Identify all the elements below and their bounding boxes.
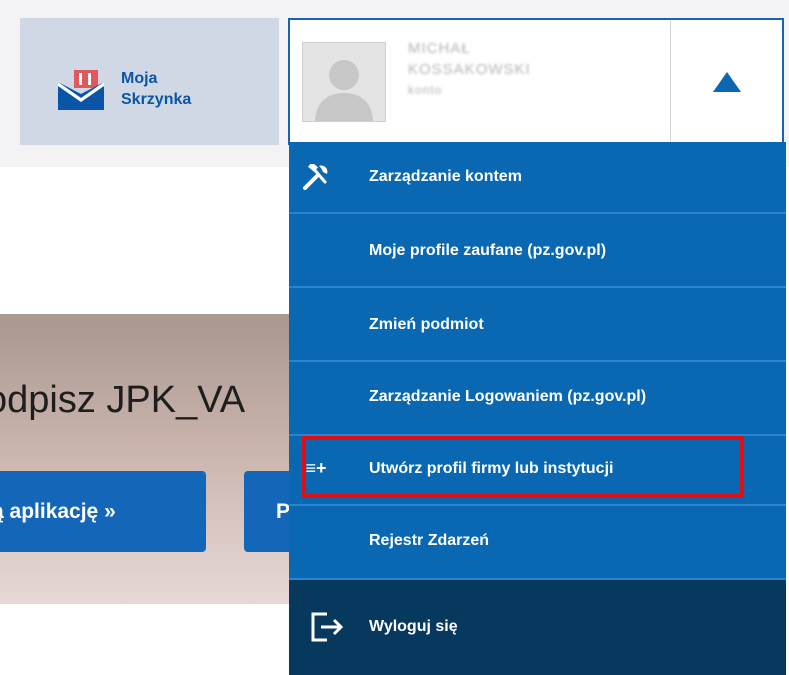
menu-item-event-log[interactable]: Rejestr Zdarzeń (289, 506, 786, 578)
open-app-button[interactable]: ą aplikację » (0, 471, 206, 552)
user-account-box[interactable]: MICHAŁ KOSSAKOWSKI konto (288, 18, 784, 145)
list-add-icon: ≡+ (305, 458, 327, 478)
chevron-up-icon (713, 72, 741, 92)
logout-icon (311, 612, 344, 642)
menu-toggle-button[interactable] (671, 20, 782, 143)
secondary-button[interactable]: P (244, 471, 290, 552)
avatar (302, 42, 386, 122)
inbox-label: Moja Skrzynka (121, 70, 192, 108)
inbox-button[interactable]: Moja Skrzynka (20, 18, 279, 145)
hero-title: odpisz JPK_VA (0, 379, 246, 421)
inbox-icon (58, 70, 104, 110)
logout-button[interactable]: Wyloguj się (289, 580, 786, 675)
menu-item-change-entity[interactable]: Zmień podmiot (289, 288, 786, 360)
tools-icon (303, 164, 328, 190)
menu-item-account-management[interactable]: Zarządzanie kontem (289, 142, 786, 212)
menu-item-create-company-profile[interactable]: ≡+ Utwórz profil firmy lub instytucji (289, 436, 786, 504)
menu-item-trusted-profiles[interactable]: Moje profile zaufane (pz.gov.pl) (289, 214, 786, 286)
account-dropdown-menu: Zarządzanie kontem Moje profile zaufane … (289, 142, 786, 675)
hero-banner: odpisz JPK_VA ą aplikację » P (0, 314, 290, 604)
menu-item-login-management[interactable]: Zarządzanie Logowaniem (pz.gov.pl) (289, 362, 786, 434)
user-name: MICHAŁ KOSSAKOWSKI konto (408, 40, 531, 97)
user-icon (315, 60, 373, 121)
